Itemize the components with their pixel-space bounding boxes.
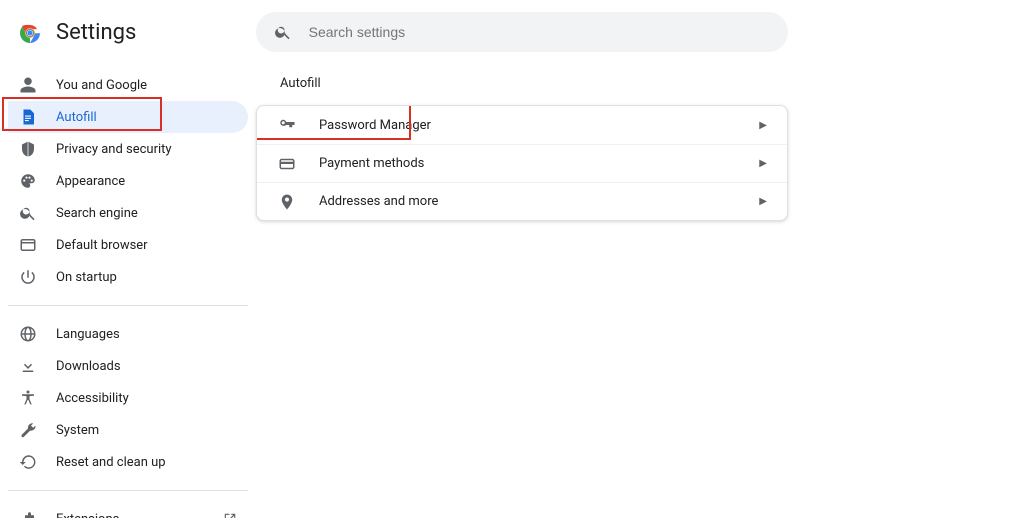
wrench-icon bbox=[18, 420, 38, 440]
nav-label: Downloads bbox=[56, 359, 238, 374]
settings-main: Autofill Password Manager ▶ Payment meth… bbox=[256, 0, 1024, 518]
nav-label: Search engine bbox=[56, 206, 238, 221]
chevron-right-icon: ▶ bbox=[759, 120, 767, 131]
nav-extensions[interactable]: Extensions bbox=[8, 503, 248, 518]
row-password-manager[interactable]: Password Manager ▶ bbox=[257, 106, 787, 144]
open-in-new-icon bbox=[222, 511, 238, 518]
search-icon bbox=[274, 22, 293, 42]
search-settings-input[interactable] bbox=[309, 24, 770, 40]
nav-autofill[interactable]: Autofill bbox=[8, 101, 248, 133]
section-title-autofill: Autofill bbox=[280, 76, 1016, 91]
row-addresses[interactable]: Addresses and more ▶ bbox=[257, 182, 787, 220]
download-icon bbox=[18, 356, 38, 376]
nav-label: Appearance bbox=[56, 174, 238, 189]
nav-divider bbox=[8, 305, 248, 306]
search-icon bbox=[18, 203, 38, 223]
nav-label: Default browser bbox=[56, 238, 238, 253]
nav-label: System bbox=[56, 423, 238, 438]
nav-label: On startup bbox=[56, 270, 238, 285]
row-label: Password Manager bbox=[319, 118, 759, 133]
location-icon bbox=[277, 192, 297, 212]
shield-icon bbox=[18, 139, 38, 159]
row-label: Addresses and more bbox=[319, 194, 759, 209]
nav-label: Accessibility bbox=[56, 391, 238, 406]
nav-label: Reset and clean up bbox=[56, 455, 238, 470]
nav-downloads[interactable]: Downloads bbox=[8, 350, 248, 382]
nav-label: Languages bbox=[56, 327, 238, 342]
settings-sidebar: Settings You and Google Autofill bbox=[0, 0, 256, 518]
nav-appearance[interactable]: Appearance bbox=[8, 165, 248, 197]
settings-title: Settings bbox=[56, 20, 136, 45]
document-icon bbox=[18, 107, 38, 127]
extension-icon bbox=[18, 509, 38, 518]
globe-icon bbox=[18, 324, 38, 344]
restore-icon bbox=[18, 452, 38, 472]
nav-default-browser[interactable]: Default browser bbox=[8, 229, 248, 261]
nav-divider bbox=[8, 490, 248, 491]
power-icon bbox=[18, 267, 38, 287]
autofill-card: Password Manager ▶ Payment methods ▶ Add… bbox=[256, 105, 788, 221]
nav-system[interactable]: System bbox=[8, 414, 248, 446]
palette-icon bbox=[18, 171, 38, 191]
search-settings-box[interactable] bbox=[256, 12, 788, 52]
chevron-right-icon: ▶ bbox=[759, 158, 767, 169]
row-label: Payment methods bbox=[319, 156, 759, 171]
chevron-right-icon: ▶ bbox=[759, 196, 767, 207]
nav-languages[interactable]: Languages bbox=[8, 318, 248, 350]
browser-icon bbox=[18, 235, 38, 255]
chrome-logo-icon bbox=[18, 21, 42, 45]
nav-privacy-security[interactable]: Privacy and security bbox=[8, 133, 248, 165]
nav-on-startup[interactable]: On startup bbox=[8, 261, 248, 293]
row-payment-methods[interactable]: Payment methods ▶ bbox=[257, 144, 787, 182]
nav-label: You and Google bbox=[56, 78, 238, 93]
nav-reset-cleanup[interactable]: Reset and clean up bbox=[8, 446, 248, 478]
nav-accessibility[interactable]: Accessibility bbox=[8, 382, 248, 414]
credit-card-icon bbox=[277, 154, 297, 174]
nav-you-and-google[interactable]: You and Google bbox=[8, 69, 248, 101]
key-icon bbox=[277, 115, 297, 135]
nav-label: Privacy and security bbox=[56, 142, 238, 157]
settings-header: Settings bbox=[8, 16, 248, 65]
nav-search-engine[interactable]: Search engine bbox=[8, 197, 248, 229]
nav-label: Extensions bbox=[56, 512, 216, 518]
accessibility-icon bbox=[18, 388, 38, 408]
nav-label: Autofill bbox=[56, 110, 238, 125]
person-icon bbox=[18, 75, 38, 95]
